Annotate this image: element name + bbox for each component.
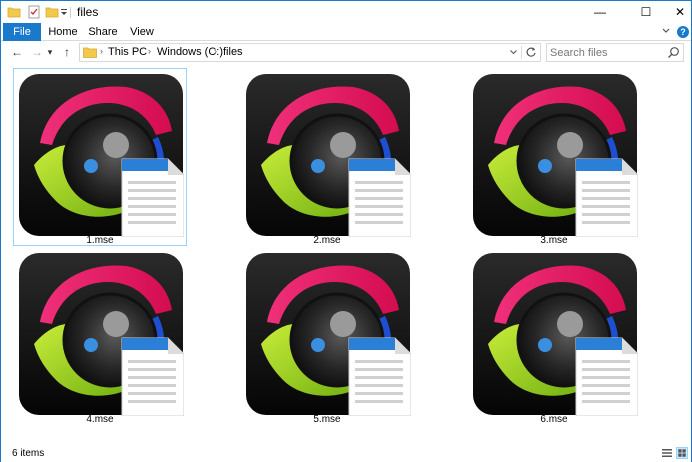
file-item-5[interactable]: 5.mse (240, 247, 414, 425)
file-name: 5.mse (313, 414, 341, 425)
status-bar: 6 items (1, 444, 691, 462)
maximize-button[interactable]: ☐ (623, 1, 669, 23)
explorer-window: files — ☐ ✕ File Home Share View ? ← → ▾… (0, 0, 692, 462)
file-item-4[interactable]: 4.mse (13, 247, 187, 425)
file-item-2[interactable]: 2.mse (240, 68, 414, 246)
details-view-icon[interactable] (661, 447, 673, 459)
item-count: 6 items (12, 448, 45, 459)
ribbon-tabs: File Home Share View ? (1, 23, 691, 41)
file-item-6[interactable]: 6.mse (467, 247, 641, 425)
minimize-button[interactable]: — (577, 1, 623, 23)
title-separator (70, 7, 71, 18)
folder-icon (83, 47, 97, 58)
mse-file-icon (472, 252, 638, 416)
breadcrumb-separator: › (214, 46, 217, 56)
up-button[interactable]: ↑ (59, 43, 75, 61)
close-button[interactable]: ✕ (669, 1, 691, 23)
mse-file-icon (245, 252, 411, 416)
chevron-down-icon[interactable] (509, 46, 518, 58)
back-button[interactable]: ← (9, 43, 25, 61)
file-item-3[interactable]: 3.mse (467, 68, 641, 246)
search-input[interactable] (550, 45, 662, 60)
mse-file-icon (18, 252, 184, 416)
file-item-1[interactable]: 1.mse (13, 68, 187, 246)
breadcrumb-this-pc[interactable]: This PC (108, 46, 147, 58)
refresh-icon[interactable] (525, 45, 537, 59)
help-icon[interactable]: ? (677, 26, 689, 38)
search-icon[interactable] (667, 46, 680, 59)
title-bar: files — ☐ ✕ (1, 1, 691, 23)
file-name: 2.mse (313, 235, 341, 246)
breadcrumb-separator: › (100, 46, 103, 56)
tab-view[interactable]: View (125, 23, 159, 41)
window-title: files (77, 5, 99, 19)
tab-share[interactable]: Share (85, 23, 121, 41)
tab-home[interactable]: Home (45, 23, 81, 41)
file-name: 4.mse (86, 414, 114, 425)
customize-toolbar-icon[interactable] (59, 5, 69, 19)
breadcrumb-separator: › (148, 46, 151, 56)
search-box[interactable] (546, 43, 684, 62)
new-folder-icon[interactable] (45, 5, 59, 19)
folder-icon (7, 7, 21, 18)
file-name: 1.mse (86, 235, 114, 246)
mse-file-icon (18, 73, 184, 237)
file-name: 6.mse (540, 414, 568, 425)
large-icons-view-icon[interactable] (676, 447, 688, 459)
chevron-down-icon[interactable] (661, 26, 671, 36)
navigation-bar: ← → ▾ ↑ › This PC › Windows (C:) › files (1, 41, 691, 63)
address-divider (521, 46, 522, 59)
file-name: 3.mse (540, 235, 568, 246)
mse-file-icon (472, 73, 638, 237)
forward-button[interactable]: → (29, 43, 45, 61)
properties-icon[interactable] (27, 5, 41, 19)
address-bar[interactable]: › This PC › Windows (C:) › files (79, 43, 541, 62)
tab-file[interactable]: File (3, 23, 41, 41)
file-view[interactable]: 1.mse 2.mse 3.mse 4.mse 5.mse 6.mse (1, 63, 691, 444)
breadcrumb-files[interactable]: files (223, 46, 243, 58)
mse-file-icon (245, 73, 411, 237)
recent-locations-button[interactable]: ▾ (45, 43, 55, 61)
